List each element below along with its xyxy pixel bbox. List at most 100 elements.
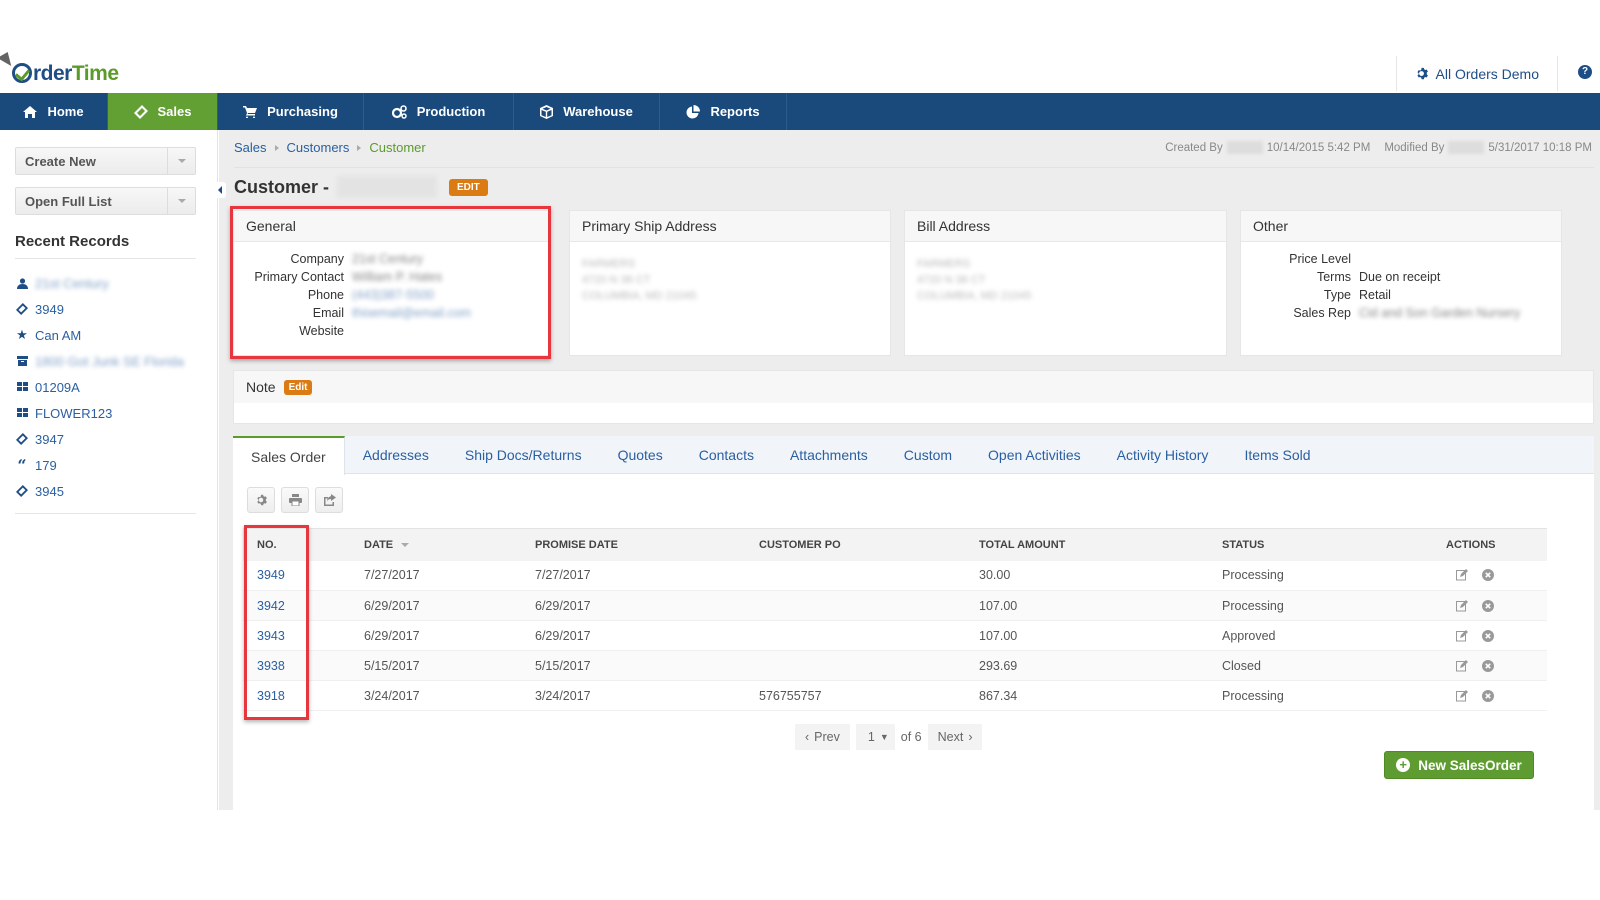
ordertime-logo[interactable]: rderTime bbox=[12, 60, 119, 86]
chevron-down-icon[interactable] bbox=[167, 188, 195, 214]
col-customer-po[interactable]: CUSTOMER PO bbox=[745, 528, 965, 561]
prev-page-button[interactable]: ‹ Prev bbox=[795, 724, 850, 750]
tab-items-sold[interactable]: Items Sold bbox=[1226, 436, 1328, 473]
company-value: 21st Century bbox=[352, 252, 423, 266]
edit-icon[interactable] bbox=[1456, 569, 1468, 581]
recent-record-item[interactable]: 3945 bbox=[16, 478, 196, 504]
table-row[interactable]: 3943 6/29/2017 6/29/2017 107.00 Approved bbox=[243, 620, 1547, 651]
order-status: Processing bbox=[1208, 560, 1432, 591]
edit-icon[interactable] bbox=[1456, 629, 1468, 642]
table-row[interactable]: 3949 7/27/2017 7/27/2017 30.00 Processing bbox=[243, 560, 1547, 591]
open-full-list-dropdown[interactable]: Open Full List bbox=[15, 187, 196, 215]
edit-customer-button[interactable]: EDIT bbox=[449, 178, 488, 196]
order-status: Closed bbox=[1208, 650, 1432, 681]
customer-po bbox=[745, 620, 965, 651]
next-page-button[interactable]: Next › bbox=[927, 724, 983, 750]
edit-icon[interactable] bbox=[1456, 599, 1468, 612]
order-number-link[interactable]: 3942 bbox=[243, 590, 350, 621]
nav-purchasing[interactable]: Purchasing bbox=[218, 93, 364, 130]
website-value[interactable] bbox=[352, 324, 540, 338]
recent-record-item[interactable]: 01209A bbox=[16, 374, 196, 400]
recent-record-item[interactable]: ★ Can AM bbox=[16, 322, 196, 348]
sort-desc-icon bbox=[401, 542, 410, 547]
gear-icon bbox=[257, 494, 267, 506]
new-sales-order-button[interactable]: + New SalesOrder bbox=[1384, 751, 1534, 779]
nav-warehouse[interactable]: Warehouse bbox=[514, 93, 660, 130]
edit-icon[interactable] bbox=[1456, 659, 1468, 672]
collapse-sidebar-button[interactable] bbox=[216, 182, 226, 198]
tab-activity-history[interactable]: Activity History bbox=[1099, 436, 1227, 473]
recent-record-item[interactable]: “ 179 bbox=[16, 452, 196, 478]
delete-icon[interactable] bbox=[1482, 689, 1494, 702]
col-date[interactable]: DATE bbox=[350, 528, 521, 561]
table-row[interactable]: 3918 3/24/2017 3/24/2017 576755757 867.34 Pro… bbox=[243, 680, 1547, 711]
recent-record-item[interactable]: 1800 Got Junk SE Florida bbox=[16, 348, 196, 374]
delete-icon[interactable] bbox=[1482, 629, 1494, 642]
table-row[interactable]: 3938 5/15/2017 5/15/2017 293.69 Closed bbox=[243, 650, 1547, 681]
recent-record-item[interactable]: 21st Century bbox=[16, 270, 196, 296]
other-panel: Other Price Level Terms Due on receipt Ty… bbox=[1240, 210, 1562, 356]
total-amount: 107.00 bbox=[965, 620, 1208, 651]
help-icon[interactable]: ? bbox=[1578, 65, 1592, 79]
nav-reports[interactable]: Reports bbox=[660, 93, 787, 130]
order-number-link[interactable]: 3938 bbox=[243, 650, 350, 681]
table-row[interactable]: 3942 6/29/2017 6/29/2017 107.00 Processing bbox=[243, 590, 1547, 621]
col-status[interactable]: STATUS bbox=[1208, 528, 1432, 561]
delete-icon[interactable] bbox=[1482, 569, 1494, 582]
divider bbox=[234, 167, 1594, 168]
breadcrumb-sales[interactable]: Sales bbox=[234, 140, 267, 155]
nav-home[interactable]: Home bbox=[0, 93, 108, 130]
price-level-value bbox=[1359, 252, 1553, 266]
recent-record-item[interactable]: 3947 bbox=[16, 426, 196, 452]
order-date: 6/29/2017 bbox=[350, 620, 521, 651]
row-actions bbox=[1432, 560, 1547, 591]
order-date: 3/24/2017 bbox=[350, 680, 521, 711]
promise-date: 5/15/2017 bbox=[521, 650, 745, 681]
edit-note-button[interactable]: Edit bbox=[283, 379, 313, 395]
page-title: Customer - EDIT bbox=[234, 176, 488, 198]
settings-button[interactable] bbox=[247, 487, 275, 513]
export-button[interactable] bbox=[315, 487, 343, 513]
col-promise-date[interactable]: PROMISE DATE bbox=[521, 528, 745, 561]
print-button[interactable] bbox=[281, 487, 309, 513]
tab-custom[interactable]: Custom bbox=[886, 436, 970, 473]
tab-contacts[interactable]: Contacts bbox=[681, 436, 772, 473]
tab-ship-docs-returns[interactable]: Ship Docs/Returns bbox=[447, 436, 600, 473]
delete-icon[interactable] bbox=[1482, 659, 1494, 672]
nav-production[interactable]: Production bbox=[364, 93, 514, 130]
general-panel: General Company 21st Century Primary Cont… bbox=[233, 210, 549, 356]
breadcrumb: Sales Customers Customer bbox=[234, 140, 426, 155]
tab-addresses[interactable]: Addresses bbox=[345, 436, 447, 473]
primary-contact-value[interactable]: William P. Hates bbox=[352, 270, 540, 284]
ticket-icon bbox=[133, 104, 148, 119]
tab-attachments[interactable]: Attachments bbox=[772, 436, 886, 473]
recent-record-item[interactable]: FLOWER123 bbox=[16, 400, 196, 426]
breadcrumb-customers[interactable]: Customers bbox=[287, 140, 350, 155]
chevron-right-icon: › bbox=[968, 730, 973, 744]
total-amount: 293.69 bbox=[965, 650, 1208, 681]
email-value[interactable]: thisemail@email.com bbox=[352, 306, 540, 320]
customer-po: 576755757 bbox=[745, 680, 965, 711]
tab-open-activities[interactable]: Open Activities bbox=[970, 436, 1099, 473]
account-menu[interactable]: All Orders Demo bbox=[1395, 56, 1558, 91]
page-count: of 6 bbox=[900, 730, 922, 744]
chevron-down-icon[interactable] bbox=[167, 148, 195, 174]
delete-icon[interactable] bbox=[1482, 599, 1494, 612]
row-actions bbox=[1432, 590, 1547, 621]
order-date: 6/29/2017 bbox=[350, 590, 521, 621]
promise-date: 7/27/2017 bbox=[521, 560, 745, 591]
nav-sales[interactable]: Sales bbox=[108, 93, 218, 130]
col-total-amount[interactable]: TOTAL AMOUNT bbox=[965, 528, 1208, 561]
order-number-link[interactable]: 3918 bbox=[243, 680, 350, 711]
recent-record-item[interactable]: 3949 bbox=[16, 296, 196, 322]
order-number-link[interactable]: 3943 bbox=[243, 620, 350, 651]
col-no[interactable]: NO. bbox=[243, 528, 350, 561]
create-new-dropdown[interactable]: Create New bbox=[15, 147, 196, 175]
page-select[interactable]: 1 ▼ bbox=[855, 724, 895, 750]
tab-sales-order[interactable]: Sales Order bbox=[233, 436, 345, 475]
tab-quotes[interactable]: Quotes bbox=[600, 436, 681, 473]
phone-value[interactable]: (443)387-5500 bbox=[352, 288, 540, 302]
sidebar: Create New Open Full List Recent Records… bbox=[0, 130, 218, 810]
order-number-link[interactable]: 3949 bbox=[243, 560, 350, 591]
edit-icon[interactable] bbox=[1456, 689, 1468, 702]
